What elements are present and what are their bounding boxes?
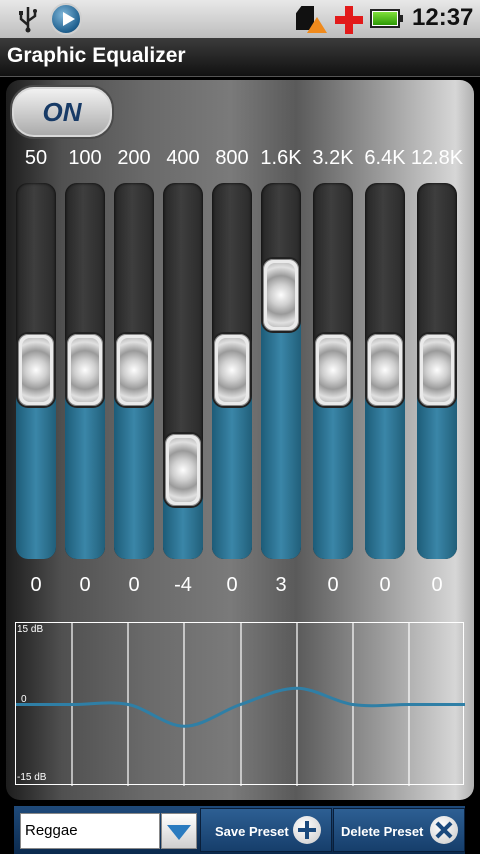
clock: 12:37 <box>412 4 474 31</box>
eq-response-graph: 15 dB 0 -15 dB <box>15 622 465 786</box>
band-slider-knob[interactable] <box>65 332 105 408</box>
band-value-label: 0 <box>431 574 443 596</box>
band-slider-knob[interactable] <box>261 257 301 333</box>
band-frequency-label: 12.8K <box>410 147 464 169</box>
band-value-label: -4 <box>174 574 192 596</box>
battery-icon <box>370 9 403 28</box>
delete-preset-button[interactable]: Delete Preset <box>333 808 465 852</box>
band-slider-knob[interactable] <box>417 332 457 408</box>
status-bar: 12:37 <box>0 0 480 38</box>
power-toggle-button[interactable]: ON <box>10 85 114 139</box>
band-slider-knob[interactable] <box>114 332 154 408</box>
plus-icon <box>293 816 321 844</box>
music-playing-icon[interactable] <box>50 3 82 35</box>
delete-preset-label: Delete Preset <box>341 824 424 839</box>
preset-dropdown-button[interactable] <box>161 813 197 849</box>
band-level-fill <box>261 295 301 559</box>
band-value-label: 0 <box>30 574 42 596</box>
graph-bottom-label: -15 dB <box>17 772 47 783</box>
band-frequency-label: 3.2K <box>312 147 354 169</box>
band-value-label: 0 <box>327 574 339 596</box>
band-value-label: 0 <box>79 574 91 596</box>
graph-top-label: 15 dB <box>17 624 44 635</box>
preset-select[interactable]: Reggae <box>20 813 160 849</box>
save-preset-button[interactable]: Save Preset <box>200 808 332 852</box>
graph-mid-label: 0 <box>21 694 27 705</box>
response-curve-svg <box>16 623 465 786</box>
close-icon <box>430 816 458 844</box>
warning-icon <box>307 17 327 33</box>
app-title: Graphic Equalizer <box>7 44 186 67</box>
band-value-label: 0 <box>226 574 238 596</box>
band-slider-knob[interactable] <box>16 332 56 408</box>
title-bar: Graphic Equalizer <box>0 38 480 77</box>
band-value-label: 0 <box>379 574 391 596</box>
usb-icon <box>19 7 37 33</box>
band-frequency-label: 6.4K <box>364 147 406 169</box>
band-slider-knob[interactable] <box>365 332 405 408</box>
band-slider-knob[interactable] <box>163 432 203 508</box>
save-preset-label: Save Preset <box>215 824 289 839</box>
band-value-label: 0 <box>128 574 140 596</box>
band-slider-knob[interactable] <box>313 332 353 408</box>
band-slider-knob[interactable] <box>212 332 252 408</box>
band-value-label: 3 <box>275 574 287 596</box>
band-frequency-label: 1.6K <box>260 147 302 169</box>
band-slider-track[interactable] <box>261 183 301 559</box>
red-cross-icon <box>335 6 363 34</box>
